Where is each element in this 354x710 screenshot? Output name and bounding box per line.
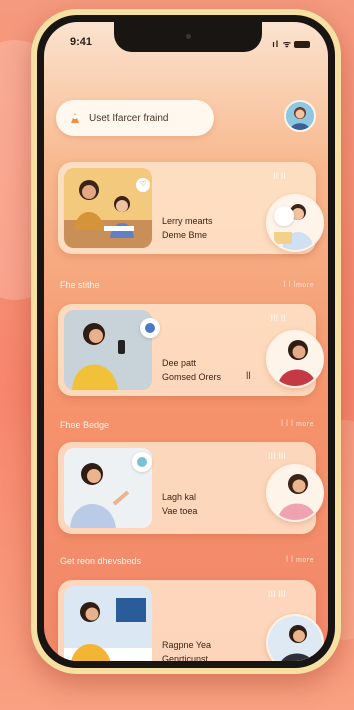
- phone-bezel: 9:41 ıl ᯤ Uset Ifarcer fraind ♡ ꟾꟾ ꟾꟾ Le…: [37, 15, 335, 668]
- feed-card[interactable]: ꟾꟾꟾ ꟾꟾ Dee patt Gomsed Orers ꟾꟾ: [58, 304, 324, 396]
- card-title: Ragpne Yea Genrticunst.: [162, 638, 262, 661]
- battery-icon: [294, 41, 310, 49]
- card-title-line: Ragpne Yea: [162, 640, 212, 650]
- card-title: Lerry mearts Deme Bme: [162, 214, 262, 242]
- camera-dot: [186, 34, 191, 39]
- section-label: Fhe stithe: [60, 280, 100, 290]
- search-icon: [69, 111, 81, 125]
- section-more-link[interactable]: ꟾ ꟾ more: [286, 556, 314, 564]
- phone-frame: 9:41 ıl ᯤ Uset Ifarcer fraind ♡ ꟾꟾ ꟾꟾ Le…: [31, 9, 341, 674]
- card-title-line: Lerry mearts: [162, 216, 213, 226]
- search-text: Uset Ifarcer fraind: [89, 112, 169, 124]
- avatar[interactable]: [284, 100, 316, 132]
- card-title-line: Lagh kal: [162, 492, 197, 502]
- status-icons: ıl ᯤ: [272, 37, 310, 50]
- card-title-line: Genrticunst.: [162, 654, 211, 661]
- status-time: 9:41: [70, 36, 93, 48]
- card-title-line: Deme Bme: [162, 230, 208, 240]
- section-label: Fhee Bedge: [60, 420, 110, 430]
- card-photo: [64, 586, 152, 661]
- card-title: Lagh kal Vae toea: [162, 490, 262, 518]
- app-screen: 9:41 ıl ᯤ Uset Ifarcer fraind ♡ ꟾꟾ ꟾꟾ Le…: [44, 22, 328, 661]
- section-more-link[interactable]: ꟾ ꟾ ꟾ more: [281, 420, 314, 428]
- section-label: Get reon dhevsbeds: [60, 556, 142, 566]
- card-meta: ꟾꟾ ꟾꟾ: [273, 174, 286, 181]
- feather-icon: [140, 318, 160, 338]
- card-extra: ꟾꟾ: [246, 372, 251, 381]
- card-meta: ꟾꟾꟾ ꟾꟾꟾ: [268, 454, 286, 461]
- notch: [114, 22, 262, 52]
- search-bar[interactable]: Uset Ifarcer fraind: [56, 100, 214, 136]
- feed-card[interactable]: ꟾꟾꟾ ꟾꟾꟾ Ragpne Yea Genrticunst.: [58, 580, 324, 661]
- card-circle-photo: [266, 464, 324, 522]
- card-title-line: Vae toea: [162, 506, 198, 516]
- card-title-line: Dee patt: [162, 358, 197, 368]
- card-circle-photo: [266, 194, 324, 252]
- signal-wifi-icons: ıl ᯤ: [272, 39, 292, 49]
- feed-card[interactable]: ♡ ꟾꟾ ꟾꟾ Lerry mearts Deme Bme: [58, 162, 324, 254]
- card-circle-photo: [266, 614, 324, 661]
- card-circle-photo: [266, 330, 324, 388]
- card-photo: [64, 310, 152, 390]
- chat-bubble-icon: [274, 206, 294, 226]
- feed-card[interactable]: ꟾꟾꟾ ꟾꟾꟾ Lagh kal Vae toea: [58, 442, 324, 534]
- card-meta: ꟾꟾꟾ ꟾꟾ: [270, 316, 286, 323]
- section-more-link[interactable]: ꟾ ꟾ ꟾmore: [283, 281, 314, 289]
- sparkle-icon: [132, 452, 152, 472]
- card-meta: ꟾꟾꟾ ꟾꟾꟾ: [268, 592, 286, 599]
